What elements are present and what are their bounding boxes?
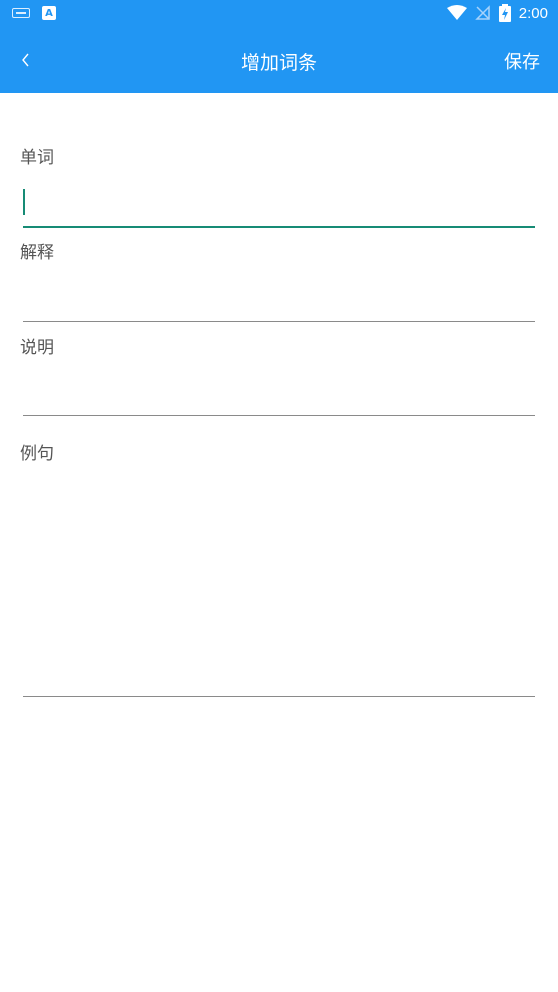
word-input[interactable]: [23, 183, 535, 223]
definition-underline: [23, 321, 535, 322]
battery-charging-icon: [498, 4, 511, 22]
status-left: A: [12, 6, 56, 20]
keyboard-icon: [12, 8, 30, 18]
definition-input[interactable]: [23, 277, 535, 317]
note-label: 说明: [20, 338, 54, 358]
status-right: 2:00: [446, 4, 548, 22]
wifi-icon: [446, 5, 467, 20]
example-label: 例句: [20, 444, 54, 464]
word-underline: [23, 226, 535, 228]
example-textarea[interactable]: [23, 473, 535, 693]
note-input[interactable]: [23, 371, 535, 411]
save-button[interactable]: 保存: [504, 48, 540, 74]
app-bar: 增加词条 保存: [0, 28, 558, 93]
status-time: 2:00: [518, 4, 548, 22]
text-cursor: [23, 189, 25, 215]
a-badge-icon: A: [42, 6, 56, 20]
no-signal-icon: [474, 5, 490, 20]
word-label: 单词: [20, 148, 54, 168]
example-underline: [23, 696, 535, 697]
page-title: 增加词条: [240, 52, 317, 74]
note-underline: [23, 415, 535, 416]
status-bar: A 2:00: [0, 0, 558, 28]
definition-label: 解释: [20, 243, 54, 263]
